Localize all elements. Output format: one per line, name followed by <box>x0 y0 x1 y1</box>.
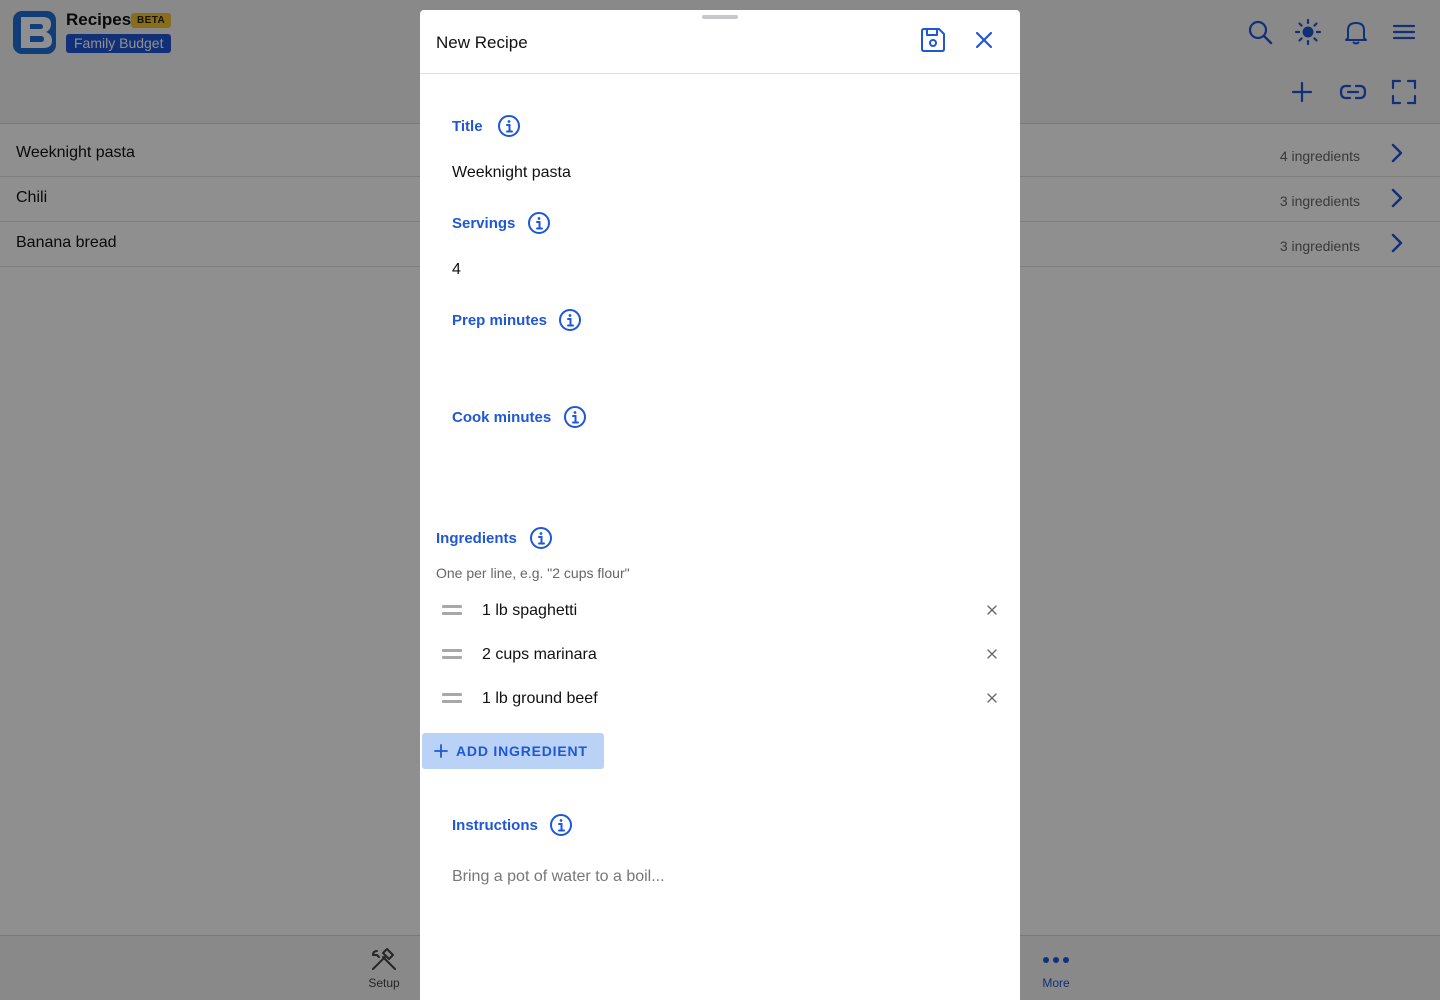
ingredient-row <box>436 593 1002 629</box>
info-icon[interactable] <box>549 813 573 837</box>
info-icon[interactable] <box>563 405 587 429</box>
ingredient-input[interactable] <box>482 597 952 625</box>
add-ingredient-button[interactable]: ADD INGREDIENT <box>422 733 604 769</box>
servings-label: Servings <box>452 215 516 232</box>
prep-minutes-label: Prep minutes <box>452 312 548 329</box>
ingredient-input[interactable] <box>482 641 952 669</box>
servings-field[interactable] <box>452 255 992 285</box>
cook-minutes-label: Cook minutes <box>452 409 552 426</box>
plus-icon <box>434 744 448 758</box>
close-icon <box>987 690 997 708</box>
drag-handle-icon[interactable] <box>442 692 462 706</box>
remove-ingredient-button[interactable] <box>982 689 1002 709</box>
dialog-title: New Recipe <box>436 33 528 52</box>
close-icon <box>987 646 997 664</box>
add-ingredient-label: ADD INGREDIENT <box>456 743 588 759</box>
drag-handle[interactable] <box>702 15 738 19</box>
info-icon[interactable] <box>558 308 582 332</box>
drag-handle-icon[interactable] <box>442 604 462 618</box>
info-icon[interactable] <box>497 114 521 138</box>
save-icon <box>919 26 947 59</box>
close-icon <box>987 602 997 620</box>
drag-handle-icon[interactable] <box>442 648 462 662</box>
ingredient-row <box>436 681 1002 717</box>
new-recipe-dialog: New Recipe Title Servings Prep minutes C… <box>420 10 1020 1000</box>
ingredient-input[interactable] <box>482 685 952 713</box>
save-button[interactable] <box>916 25 950 59</box>
ingredient-row <box>436 637 1002 673</box>
dialog-header: New Recipe <box>420 10 1020 74</box>
prep-minutes-field[interactable] <box>452 352 992 382</box>
ingredients-hint: One per line, e.g. "2 cups flour" <box>436 565 630 581</box>
title-field[interactable] <box>452 158 992 188</box>
instructions-label: Instructions <box>452 817 538 834</box>
title-label: Title <box>452 118 483 135</box>
instructions-field[interactable] <box>452 862 992 892</box>
cook-minutes-field[interactable] <box>452 449 992 479</box>
info-icon[interactable] <box>527 211 551 235</box>
ingredients-label: Ingredients <box>436 530 517 547</box>
close-button[interactable] <box>967 25 1001 59</box>
remove-ingredient-button[interactable] <box>982 601 1002 621</box>
close-icon <box>974 30 994 55</box>
info-icon[interactable] <box>529 526 553 550</box>
remove-ingredient-button[interactable] <box>982 645 1002 665</box>
